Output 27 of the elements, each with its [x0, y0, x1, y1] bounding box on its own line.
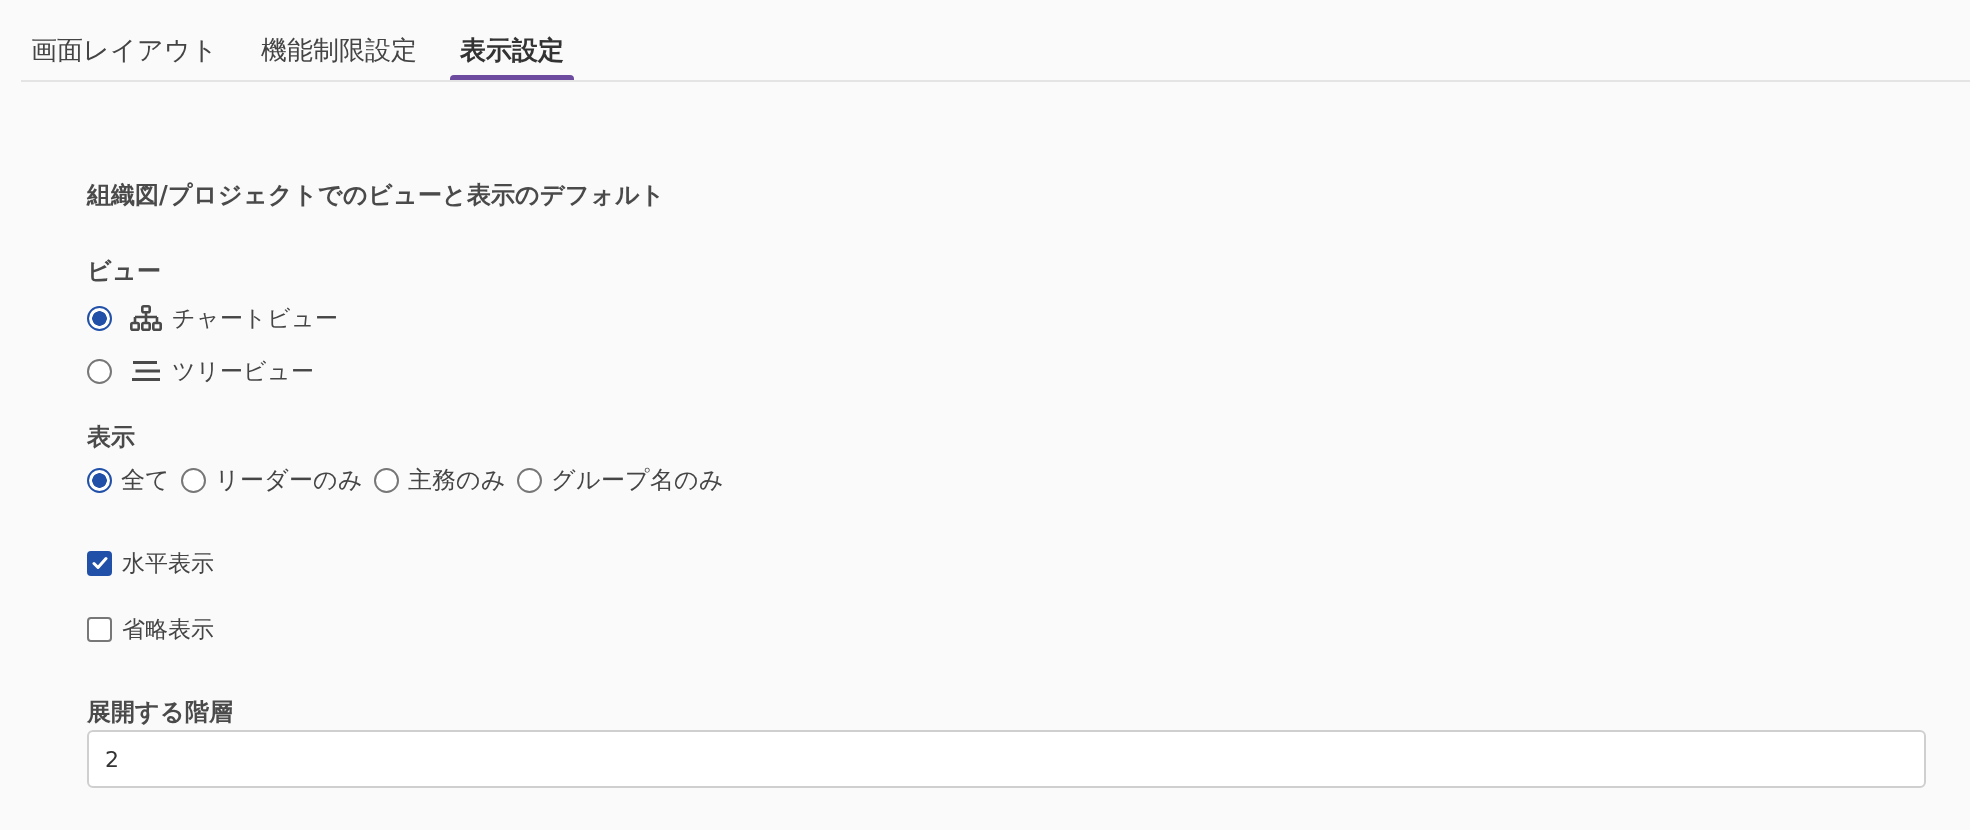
tab[interactable]: 画面レイアウト — [21, 35, 228, 80]
group-label: 表示 — [87, 422, 136, 452]
option-label[interactable]: 主務のみ — [408, 465, 506, 495]
org-chart-icon — [130, 305, 162, 331]
checkbox-label[interactable]: 省略表示 — [122, 614, 214, 644]
radio-button[interactable] — [87, 358, 112, 384]
option-label[interactable]: ツリービュー — [172, 356, 314, 386]
group-label: ビュー — [87, 256, 162, 286]
radio-button[interactable] — [517, 467, 542, 493]
option-label[interactable]: チャートビュー — [172, 303, 338, 333]
tab[interactable]: 表示設定 — [450, 35, 574, 80]
radio-button[interactable] — [374, 467, 399, 493]
tab[interactable]: 機能制限設定 — [251, 35, 427, 80]
option-label[interactable]: グループ名のみ — [551, 465, 724, 495]
radio-button[interactable] — [87, 467, 112, 493]
number-input-field[interactable]: 2 — [87, 730, 1926, 788]
checkbox[interactable] — [87, 616, 112, 642]
list-lines-icon — [132, 361, 160, 381]
option-label[interactable]: リーダーのみ — [215, 465, 363, 495]
field-label: 展開する階層 — [87, 697, 234, 727]
section-title: 組織図/プロジェクトでのビューと表示のデフォルト — [87, 180, 666, 210]
checkbox-label[interactable]: 水平表示 — [122, 548, 214, 578]
checkmark-icon — [91, 556, 108, 570]
checkbox[interactable] — [87, 550, 112, 576]
option-label[interactable]: 全て — [121, 465, 170, 495]
radio-button[interactable] — [87, 305, 112, 331]
radio-button[interactable] — [181, 467, 206, 493]
